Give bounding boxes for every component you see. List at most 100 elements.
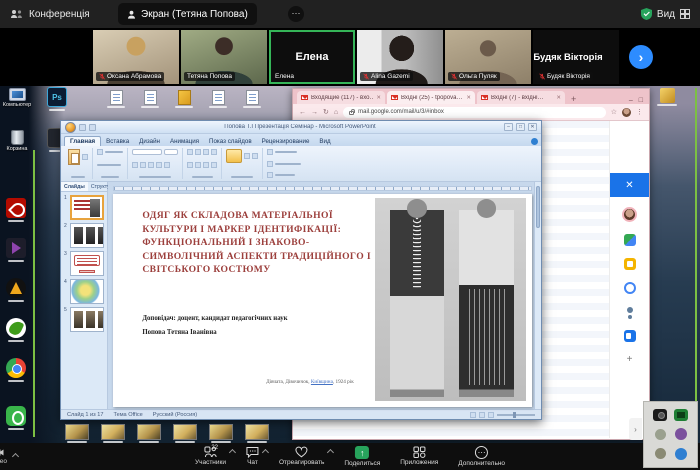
font-color-icon[interactable] (164, 162, 170, 168)
slide-photo-caption[interactable]: Дівчата, Дівочичок, Київщина, 1924 рік (222, 379, 398, 385)
paste-icon[interactable] (68, 149, 80, 165)
new-slide-icon[interactable] (97, 149, 103, 155)
desktop-icon-chrome[interactable] (5, 358, 27, 382)
cut-icon[interactable] (82, 154, 88, 160)
ribbon-tab-slideshow[interactable]: Показ слайдов (204, 137, 257, 146)
slide-photo-two-women-traditional-dress[interactable] (375, 198, 526, 400)
participant-tile-tetyana[interactable]: Тетяна Попова (181, 30, 267, 84)
contacts-icon[interactable] (624, 306, 636, 318)
tab-close-icon[interactable]: ✕ (556, 95, 561, 101)
side-panel-close-banner[interactable]: ✕ (610, 173, 649, 197)
screen-share-tab[interactable]: Экран (Тетяна Попова) (118, 3, 257, 25)
ribbon-tab-view[interactable]: Вид (314, 137, 335, 146)
ribbon-tab-insert[interactable]: Вставка (101, 137, 134, 146)
desktop-icon-document[interactable] (104, 90, 128, 108)
view-grid-icon[interactable] (680, 9, 690, 19)
picture-file-icon[interactable] (136, 424, 162, 443)
new-tab-button[interactable]: + (571, 94, 576, 104)
desktop-icon-folder[interactable] (172, 90, 196, 108)
normal-view-icon[interactable] (470, 412, 476, 418)
desktop-icon-daemon-tools[interactable] (5, 278, 27, 302)
minimize-button[interactable]: – (504, 123, 513, 131)
next-participants-page-button[interactable]: › (629, 45, 653, 69)
forward-icon[interactable]: → (311, 109, 318, 116)
slide-sorter-icon[interactable] (479, 412, 485, 418)
minimize-button[interactable]: – (629, 97, 633, 104)
google-service-icon[interactable] (624, 234, 636, 246)
browser-tab-inbox-7[interactable]: Вхідні (7) - вхідні… ✕ (477, 91, 565, 104)
slide-canvas[interactable]: ОДЯГ ЯК СКЛАДОВА МАТЕРІАЛЬНОЇ КУЛЬТУРИ І… (113, 194, 532, 407)
slide-thumbnail-1-selected[interactable]: 1 (64, 195, 104, 220)
desktop-icon-viber[interactable] (5, 406, 27, 430)
slide-thumbnail-2[interactable]: 2 (64, 223, 104, 248)
apps-button[interactable]: Приложения (400, 446, 438, 466)
tab-slides[interactable]: Слайды (61, 182, 88, 191)
participants-button[interactable]: 22 Участники (195, 446, 226, 466)
quick-access-undo-icon[interactable] (89, 124, 96, 131)
office-button[interactable] (65, 122, 76, 133)
ribbon-tab-review[interactable]: Рецензирование (257, 137, 315, 146)
back-icon[interactable]: ← (299, 109, 306, 116)
align-center-icon[interactable] (195, 162, 201, 168)
line-spacing-icon[interactable] (211, 149, 217, 155)
bookmark-star-icon[interactable]: ☆ (611, 108, 617, 116)
react-button[interactable]: Отреагировать (279, 446, 324, 466)
browser-tab-inbox-117[interactable]: Входящие (117) - вхо… ✕ (297, 91, 385, 104)
participant-tile-budyak[interactable]: Будяк Вікторія Будяк Вікторія (533, 30, 619, 84)
green-app-icon[interactable] (674, 409, 688, 421)
find-icon[interactable] (267, 149, 273, 155)
shadow-icon[interactable] (156, 162, 162, 168)
more-button[interactable]: ⋯ Дополнительно (458, 446, 505, 467)
browser-menu-icon[interactable]: ⋮ (636, 108, 643, 116)
picture-file-icon[interactable] (172, 424, 198, 443)
desktop-icon-document[interactable] (240, 90, 264, 108)
tab-more-options-icon[interactable]: ⋯ (288, 6, 304, 22)
ribbon-tab-home[interactable]: Главная (64, 136, 101, 146)
align-left-icon[interactable] (187, 162, 193, 168)
vertical-scrollbar[interactable] (534, 182, 541, 409)
shapes-gallery-icon[interactable] (226, 149, 242, 163)
olive-app-icon[interactable] (655, 448, 666, 459)
zoom-slider[interactable] (497, 414, 535, 416)
camera-app-icon[interactable] (653, 409, 667, 421)
participant-tile-elena-active-speaker[interactable]: Елена Елена (269, 30, 355, 84)
caption-link[interactable]: Київщина (311, 379, 333, 385)
maximize-button[interactable]: □ (516, 123, 525, 131)
bold-icon[interactable] (132, 162, 138, 168)
gray-app-icon[interactable] (655, 429, 666, 440)
address-bar[interactable]: mail.google.com/mail/u/3/#inbox (343, 107, 606, 118)
desktop-icon-acrobat[interactable] (5, 198, 27, 222)
video-control-clipped[interactable]: Видео (0, 443, 42, 470)
security-shield-icon[interactable] (641, 8, 652, 20)
justify-icon[interactable] (211, 162, 217, 168)
options-caret-icon[interactable] (262, 449, 269, 456)
calendar-icon[interactable] (624, 282, 636, 294)
replace-icon[interactable] (267, 161, 273, 167)
help-icon[interactable] (531, 138, 538, 145)
picture-file-icon[interactable] (208, 424, 234, 443)
meet-icon[interactable] (624, 330, 636, 342)
viber-app-icon[interactable] (675, 428, 687, 440)
share-screen-button[interactable]: ↑ Поделиться (344, 446, 380, 467)
desktop-icon-document[interactable] (206, 90, 230, 108)
participant-tile-olga[interactable]: Ольга Пуляк (445, 30, 531, 84)
slide-speaker-line2[interactable]: Попова Тетяна Іванівна (142, 329, 377, 336)
quick-access-save-icon[interactable] (79, 124, 86, 131)
desktop-icon-document[interactable] (138, 90, 162, 108)
chat-button[interactable]: Чат (246, 446, 259, 466)
desktop-icon-media-player[interactable] (5, 238, 27, 262)
bullets-icon[interactable] (187, 149, 193, 155)
participant-tile-oksana[interactable]: Оксана Абрамова (93, 30, 179, 84)
options-caret-icon[interactable] (229, 449, 236, 456)
skype-app-icon[interactable] (675, 448, 687, 460)
keep-icon[interactable] (624, 258, 636, 270)
picture-file-icon[interactable] (100, 424, 126, 443)
participant-tile-alina[interactable]: Alina Gazemi (357, 30, 443, 84)
slide-thumbnail-4[interactable]: 4 (64, 279, 104, 304)
underline-icon[interactable] (148, 162, 154, 168)
desktop-icon-photoshop[interactable]: Ps (46, 87, 68, 111)
powerpoint-title-bar[interactable]: Попова Т.І Презентація Семінар - Microso… (61, 121, 541, 134)
tab-close-icon[interactable]: ✕ (376, 95, 381, 101)
picture-file-icon[interactable] (244, 424, 270, 443)
options-caret-icon[interactable] (327, 449, 334, 456)
